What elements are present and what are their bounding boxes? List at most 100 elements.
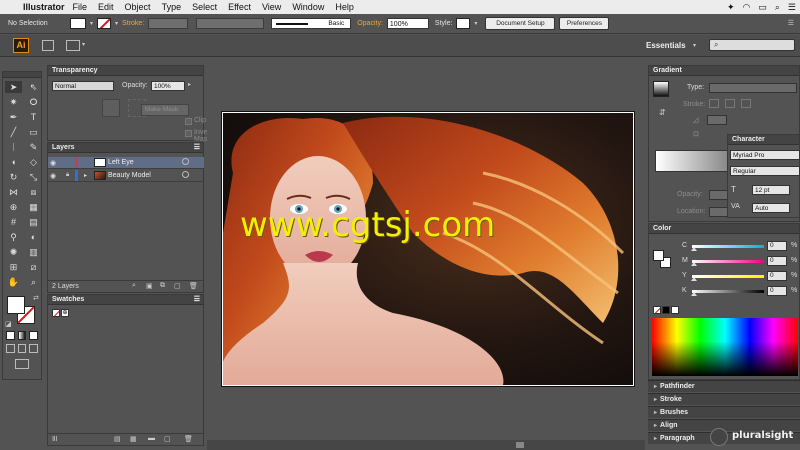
scale-tool-icon[interactable]: ⤡: [25, 171, 42, 183]
clip-checkbox[interactable]: [185, 118, 192, 125]
transparency-tab[interactable]: Transparency: [48, 66, 203, 76]
screen-mode-icon[interactable]: [15, 359, 29, 369]
slice-tool-icon[interactable]: ⧄: [25, 261, 42, 273]
battery-icon[interactable]: ▭: [758, 2, 767, 13]
stroke-gradient-icon[interactable]: [709, 99, 719, 108]
swatch-libraries-icon[interactable]: ⅡⅠ: [52, 435, 58, 443]
disclosure-triangle-icon[interactable]: ▸: [84, 172, 87, 179]
stroke-gradient-icon[interactable]: [741, 99, 751, 108]
menu-edit[interactable]: Edit: [98, 2, 114, 12]
artboard[interactable]: [221, 111, 635, 387]
black-track[interactable]: [692, 290, 764, 293]
search-adobe-stock-input[interactable]: ⌕: [709, 39, 795, 51]
swatch-registration[interactable]: ⊕: [61, 309, 69, 317]
chevron-down-icon[interactable]: ▾: [693, 42, 696, 49]
color-mode-icon[interactable]: [6, 331, 15, 340]
stroke-gradient-icon[interactable]: [725, 99, 735, 108]
chevron-down-icon[interactable]: ▾: [82, 41, 85, 48]
eyedropper-tool-icon[interactable]: ⚲: [5, 231, 22, 243]
draw-behind-icon[interactable]: [17, 344, 27, 353]
variable-width-field[interactable]: [196, 18, 265, 29]
chevron-down-icon[interactable]: ▾: [90, 20, 93, 27]
swatch-options-icon[interactable]: ▦: [130, 435, 137, 443]
gradient-location-field[interactable]: [709, 207, 729, 217]
target-circle-icon[interactable]: [182, 171, 189, 178]
menu-help[interactable]: Help: [335, 2, 354, 12]
gradient-mode-icon[interactable]: [17, 331, 27, 340]
gradient-tool-icon[interactable]: ▤: [25, 216, 42, 228]
panel-menu-icon[interactable]: ☰: [194, 295, 200, 305]
mesh-tool-icon[interactable]: #: [5, 216, 22, 228]
blob-brush-tool-icon[interactable]: ◖: [5, 156, 22, 168]
layer-row[interactable]: ◉ 🔒︎ ▸ Beauty Model: [48, 170, 204, 182]
visibility-eye-icon[interactable]: ◉: [50, 172, 60, 180]
stroke-label[interactable]: Stroke:: [122, 20, 144, 27]
direct-selection-tool-icon[interactable]: ⇖: [25, 81, 42, 93]
document-setup-button[interactable]: Document Setup: [485, 17, 556, 30]
invert-mask-checkbox[interactable]: [185, 130, 192, 137]
fill-swatch[interactable]: [70, 18, 86, 29]
make-mask-button[interactable]: Make Mask: [141, 104, 189, 116]
reverse-gradient-icon[interactable]: ⇵: [659, 108, 666, 117]
pen-tool-icon[interactable]: ✒: [5, 111, 22, 123]
preferences-button[interactable]: Preferences: [559, 17, 610, 30]
menu-type[interactable]: Type: [162, 2, 182, 12]
wifi-icon[interactable]: ◠: [743, 2, 751, 13]
layers-tab[interactable]: Layers ☰: [48, 143, 203, 153]
dropbox-icon[interactable]: ✦: [727, 2, 735, 13]
magenta-value-field[interactable]: 0: [767, 256, 787, 266]
lock-icon[interactable]: 🔒︎: [66, 172, 69, 179]
column-graph-tool-icon[interactable]: ▥: [25, 246, 42, 258]
color-spectrum-picker[interactable]: [652, 318, 798, 376]
brushes-panel-header[interactable]: Brushes: [648, 406, 800, 418]
swatch-none[interactable]: [52, 309, 60, 317]
new-color-group-icon[interactable]: ▬: [148, 435, 155, 442]
opacity-label[interactable]: Opacity:: [357, 20, 383, 27]
width-tool-icon[interactable]: ⋈: [5, 186, 22, 198]
arrange-documents-icon[interactable]: [66, 40, 80, 51]
slider-knob[interactable]: [691, 247, 697, 251]
default-fill-stroke-icon[interactable]: ◪: [5, 320, 12, 328]
magic-wand-tool-icon[interactable]: ✷: [5, 96, 22, 108]
bridge-icon[interactable]: [42, 40, 54, 51]
angle-icon[interactable]: ◿: [693, 116, 698, 124]
pencil-tool-icon[interactable]: ✎: [25, 141, 42, 153]
brush-definition-dropdown[interactable]: Basic: [271, 18, 352, 29]
pathfinder-panel-header[interactable]: Pathfinder: [648, 380, 800, 392]
black-color-swatch[interactable]: [662, 306, 670, 314]
menu-view[interactable]: View: [262, 2, 281, 12]
swatches-tab[interactable]: Swatches ☰: [48, 295, 203, 305]
delete-swatch-icon[interactable]: 🗑︎: [184, 435, 193, 443]
slider-knob[interactable]: [691, 292, 697, 296]
menu-select[interactable]: Select: [192, 2, 217, 12]
chevron-right-icon[interactable]: ▸: [188, 81, 191, 88]
symbol-sprayer-tool-icon[interactable]: ✺: [5, 246, 22, 258]
layer-name[interactable]: Beauty Model: [108, 172, 151, 179]
graphic-style-swatch[interactable]: [456, 18, 471, 29]
rotate-tool-icon[interactable]: ↻: [5, 171, 22, 183]
font-size-field[interactable]: 12 pt: [752, 185, 790, 195]
swap-fill-stroke-icon[interactable]: ⇄: [33, 294, 39, 302]
draw-inside-icon[interactable]: [29, 344, 39, 353]
stroke-weight-field[interactable]: [148, 18, 189, 29]
zoom-tool-icon[interactable]: ⌕: [25, 276, 42, 288]
gradient-type-dropdown[interactable]: [709, 83, 797, 93]
gradient-angle-field[interactable]: [707, 115, 727, 125]
menu-file[interactable]: File: [73, 2, 88, 12]
perspective-grid-tool-icon[interactable]: ▦: [25, 201, 42, 213]
gradient-swatch[interactable]: [653, 81, 669, 97]
slider-knob[interactable]: [691, 277, 697, 281]
lasso-tool-icon[interactable]: ⵔ: [25, 96, 42, 108]
gradient-ramp[interactable]: [655, 150, 729, 172]
target-circle-icon[interactable]: [182, 158, 189, 165]
color-tab[interactable]: Color: [649, 224, 799, 234]
chevron-down-icon[interactable]: ▾: [115, 20, 118, 27]
gradient-tab[interactable]: Gradient: [649, 66, 799, 76]
app-menu[interactable]: Illustrator: [23, 2, 65, 12]
beauty-model-image[interactable]: [223, 113, 633, 385]
panel-menu-icon[interactable]: ☰: [194, 143, 200, 153]
cyan-slider[interactable]: C 0 %: [654, 241, 799, 252]
aspect-icon[interactable]: ⊡: [693, 130, 699, 138]
yellow-value-field[interactable]: 0: [767, 271, 787, 281]
white-color-swatch[interactable]: [671, 306, 679, 314]
